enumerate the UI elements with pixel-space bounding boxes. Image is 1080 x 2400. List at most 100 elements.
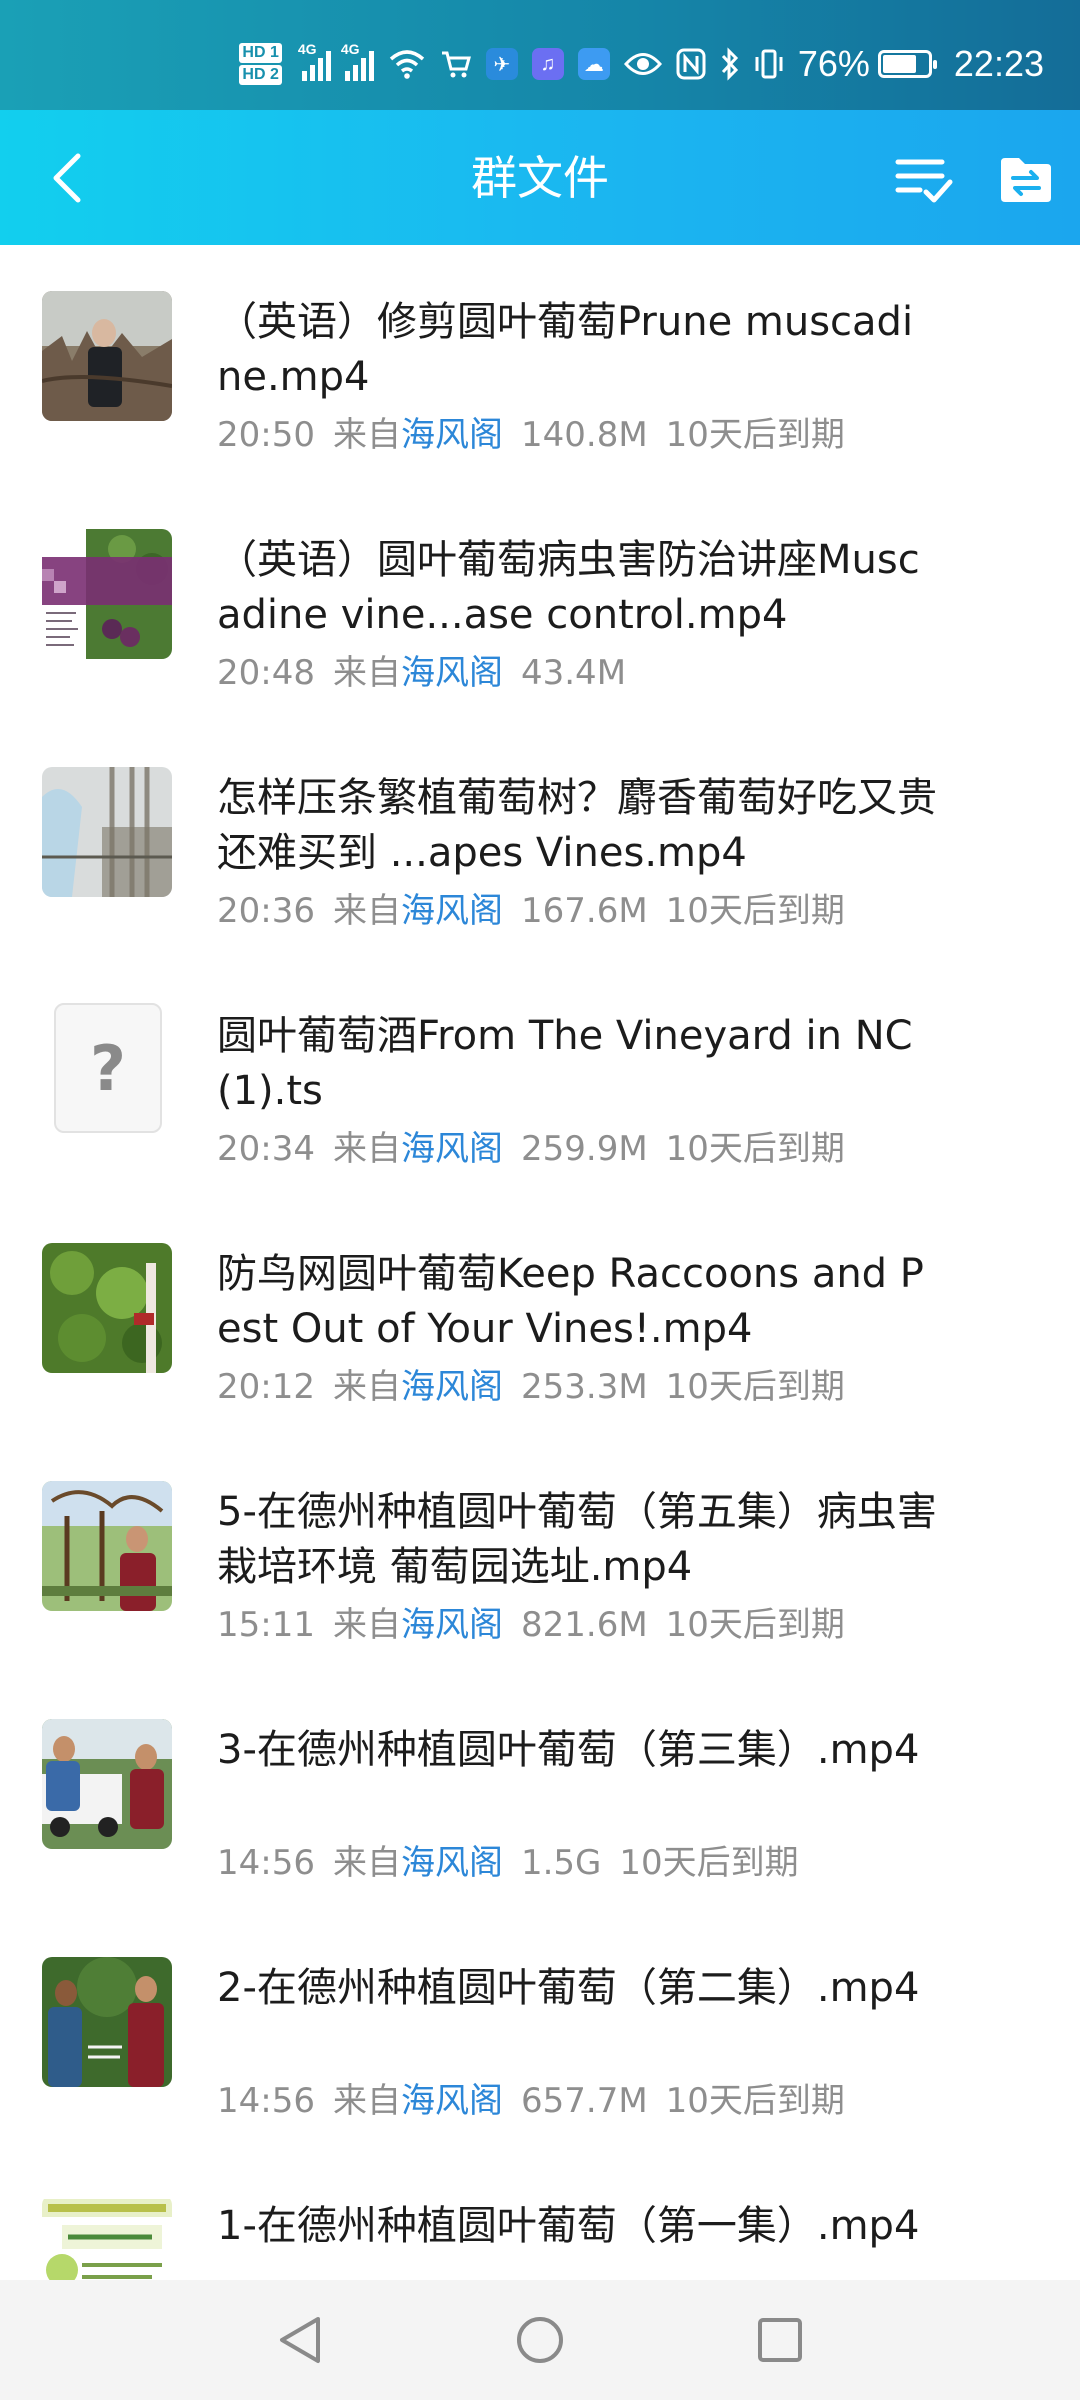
- battery-level: [882, 55, 916, 73]
- eye-icon: [623, 53, 662, 75]
- file-expiry: 10天后到期: [665, 415, 845, 455]
- file-expiry: 10天后到期: [665, 1367, 845, 1407]
- file-time: 14:56: [217, 1843, 315, 1883]
- file-item[interactable]: （英语）修剪圆叶葡萄Prune muscadine.mp4 20:50 来自海风阁…: [0, 245, 1080, 483]
- sender-link[interactable]: 海风阁: [401, 1367, 503, 1407]
- from-label: 来自: [332, 2081, 401, 2121]
- file-item[interactable]: 2-在德州种植圆叶葡萄（第二集）.mp4 14:56 来自海风阁 657.7M 10天…: [0, 1911, 1080, 2149]
- status-icons: HD 1 HD 2 4G 4G ✈ ♫ ☁ 76% 22:23: [239, 36, 1044, 92]
- file-expiry: 10天后到期: [665, 1129, 845, 1169]
- file-item[interactable]: 怎样压条繁植葡萄树？麝香葡萄好吃又贵还难买到 ...apes Vines.mp4…: [0, 721, 1080, 959]
- battery-percent: 76%: [797, 43, 870, 84]
- video-thumbnail: [42, 767, 172, 897]
- file-expiry: 10天后到期: [665, 2081, 845, 2121]
- file-item[interactable]: ? 圆叶葡萄酒From The Vineyard in NC (1).ts 20…: [0, 959, 1080, 1197]
- file-name: 怎样压条繁植葡萄树？麝香葡萄好吃又贵还难买到 ...apes Vines.mp4: [217, 775, 937, 876]
- video-thumbnail: [42, 1481, 172, 1611]
- folder-button[interactable]: [994, 148, 1058, 212]
- from-label: 来自: [332, 1605, 401, 1645]
- file-time: 20:50: [217, 415, 315, 455]
- sender-link[interactable]: 海风阁: [401, 653, 503, 693]
- cloud-app-icon: ☁: [577, 48, 610, 80]
- sender-link[interactable]: 海风阁: [401, 1605, 503, 1645]
- network-type-2: 4G: [340, 41, 360, 57]
- vibrate-icon: [755, 49, 783, 79]
- system-nav-bar: [0, 2280, 1080, 2400]
- file-time: 14:56: [217, 2081, 315, 2121]
- unknown-file-icon: ?: [54, 1003, 162, 1133]
- file-list: （英语）修剪圆叶葡萄Prune muscadine.mp4 20:50 来自海风阁…: [0, 245, 1080, 2387]
- nav-home-button[interactable]: [505, 2305, 575, 2375]
- file-item[interactable]: （英语）圆叶葡萄病虫害防治讲座Muscadine vine...ase cont…: [0, 483, 1080, 721]
- nav-back-button[interactable]: [265, 2305, 335, 2375]
- file-size: 821.6M: [520, 1605, 648, 1645]
- from-label: 来自: [332, 1129, 401, 1169]
- file-size: 657.7M: [520, 2081, 648, 2121]
- nav-recents-button[interactable]: [745, 2305, 815, 2375]
- from-label: 来自: [332, 1843, 401, 1883]
- file-meta: 14:56 来自海风阁 657.7M 10天后到期: [217, 2079, 863, 2123]
- sender-link[interactable]: 海风阁: [401, 2081, 503, 2121]
- file-size: 140.8M: [520, 415, 648, 455]
- nfc-icon: [676, 48, 706, 80]
- file-meta: 20:48 来自海风阁 43.4M: [217, 651, 662, 695]
- file-meta: 20:34 来自海风阁 259.9M 10天后到期: [217, 1127, 863, 1171]
- file-time: 20:36: [217, 891, 315, 931]
- nav-back-icon: [280, 2317, 320, 2363]
- multi-select-button[interactable]: [892, 148, 956, 212]
- sim-badges: HD 1 HD 2: [239, 42, 282, 86]
- file-name: 3-在德州种植圆叶葡萄（第三集）.mp4: [217, 1727, 920, 1773]
- delivery-app-icon: ✈: [485, 48, 518, 80]
- file-item[interactable]: 3-在德州种植圆叶葡萄（第三集）.mp4 14:56 来自海风阁 1.5G 10天后到…: [0, 1673, 1080, 1911]
- status-bar: HD 1 HD 2 4G 4G ✈ ♫ ☁ 76% 22:23: [0, 0, 1080, 110]
- file-meta: 15:11 来自海风阁 821.6M 10天后到期: [217, 1603, 863, 1647]
- app-bar: 群文件: [0, 110, 1080, 245]
- file-meta: 20:12 来自海风阁 253.3M 10天后到期: [217, 1365, 863, 1409]
- file-time: 20:12: [217, 1367, 315, 1407]
- bluetooth-icon: [721, 47, 738, 81]
- file-time: 15:11: [217, 1605, 315, 1645]
- signal-1-icon: 4G: [298, 41, 331, 81]
- file-size: 43.4M: [520, 653, 627, 693]
- file-time: 20:34: [217, 1129, 315, 1169]
- file-name: （英语）圆叶葡萄病虫害防治讲座Muscadine vine...ase cont…: [217, 537, 920, 638]
- nav-home-icon: [517, 2317, 563, 2363]
- file-name: 1-在德州种植圆叶葡萄（第一集）.mp4: [217, 2203, 920, 2249]
- from-label: 来自: [332, 1367, 401, 1407]
- file-size: 259.9M: [520, 1129, 648, 1169]
- video-thumbnail: [42, 291, 172, 421]
- sender-link[interactable]: 海风阁: [401, 415, 503, 455]
- file-item[interactable]: 5-在德州种植圆叶葡萄（第五集）病虫害 栽培环境 葡萄园选址.mp4 15:11…: [0, 1435, 1080, 1673]
- video-thumbnail: [42, 1719, 172, 1849]
- sender-link[interactable]: 海风阁: [401, 891, 503, 931]
- file-size: 167.6M: [520, 891, 648, 931]
- music-app-icon: ♫: [531, 48, 564, 80]
- file-meta: 20:50 来自海风阁 140.8M 10天后到期: [217, 413, 863, 457]
- sender-link[interactable]: 海风阁: [401, 1129, 503, 1169]
- file-item[interactable]: 防鸟网圆叶葡萄Keep Raccoons and Pest Out of You…: [0, 1197, 1080, 1435]
- file-name: 防鸟网圆叶葡萄Keep Raccoons and Pest Out of You…: [217, 1251, 924, 1352]
- file-meta: 14:56 来自海风阁 1.5G 10天后到期: [217, 1841, 817, 1885]
- file-name: 5-在德州种植圆叶葡萄（第五集）病虫害 栽培环境 葡萄园选址.mp4: [217, 1489, 937, 1590]
- from-label: 来自: [332, 653, 401, 693]
- network-type-1: 4G: [297, 41, 317, 57]
- file-name: 圆叶葡萄酒From The Vineyard in NC (1).ts: [217, 1013, 913, 1114]
- file-size: 253.3M: [520, 1367, 648, 1407]
- nav-recents-icon: [758, 2318, 802, 2362]
- file-name: （英语）修剪圆叶葡萄Prune muscadine.mp4: [217, 299, 914, 400]
- clock: 22:23: [953, 43, 1044, 84]
- file-expiry: 10天后到期: [665, 891, 845, 931]
- file-expiry: 10天后到期: [665, 1605, 845, 1645]
- file-time: 20:48: [217, 653, 315, 693]
- file-meta: 20:36 来自海风阁 167.6M 10天后到期: [217, 889, 863, 933]
- wifi-icon: [389, 50, 424, 79]
- sim1-badge: HD 1: [239, 43, 282, 63]
- battery-indicator: 76%: [797, 43, 937, 85]
- sender-link[interactable]: 海风阁: [401, 1843, 503, 1883]
- from-label: 来自: [332, 415, 401, 455]
- file-size: 1.5G: [520, 1843, 602, 1883]
- file-name: 2-在德州种植圆叶葡萄（第二集）.mp4: [217, 1965, 920, 2011]
- slide-thumbnail: [42, 529, 172, 659]
- sim2-badge: HD 2: [239, 65, 282, 85]
- folder-transfer-icon: [1001, 158, 1051, 202]
